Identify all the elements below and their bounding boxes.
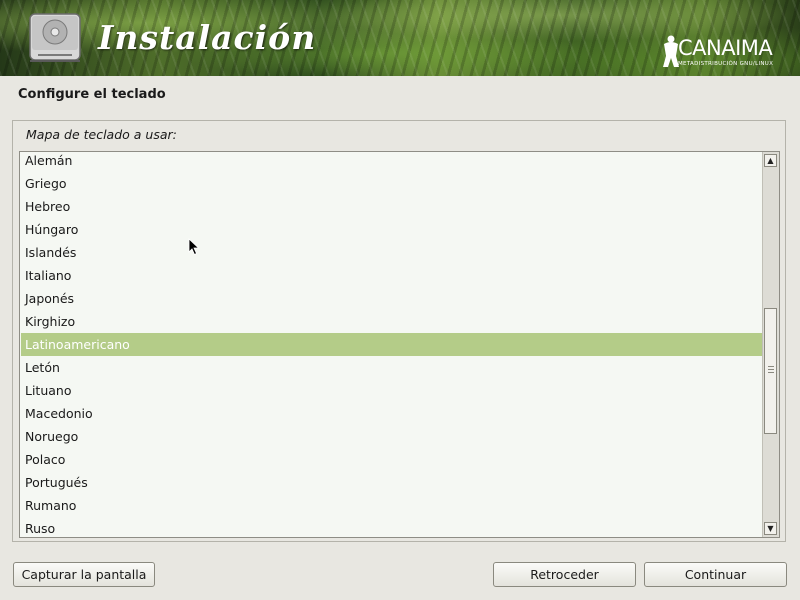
capture-screenshot-button[interactable]: Capturar la pantalla [13, 562, 155, 587]
mouse-pointer-icon [188, 238, 200, 256]
scrollbar-thumb[interactable] [764, 308, 777, 434]
list-item-selected[interactable]: Latinoamericano [21, 333, 762, 356]
installer-title: Instalación [98, 18, 317, 57]
list-item[interactable]: Italiano [21, 264, 762, 287]
list-item[interactable]: Húngaro [21, 218, 762, 241]
list-item[interactable]: Alemán [21, 152, 762, 172]
list-item[interactable]: Rumano [21, 494, 762, 517]
back-button[interactable]: Retroceder [493, 562, 636, 587]
keymap-list[interactable]: Alemán Griego Hebreo Húngaro Islandés Italian… [19, 151, 780, 538]
vertical-scrollbar[interactable]: ▲ ▼ [762, 152, 779, 537]
list-item[interactable]: Letón [21, 356, 762, 379]
list-item[interactable]: Lituano [21, 379, 762, 402]
continue-button[interactable]: Continuar [644, 562, 787, 587]
list-item[interactable]: Ruso [21, 517, 762, 537]
list-item[interactable]: Japonés [21, 287, 762, 310]
canaima-logo: CANAIMA METADISTRIBUCIÓN GNU/LINUX [658, 32, 798, 74]
list-item[interactable]: Islandés [21, 241, 762, 264]
list-item[interactable]: Griego [21, 172, 762, 195]
scrollbar-grip-icon [768, 366, 774, 373]
keymap-field-label: Mapa de teclado a usar: [26, 127, 177, 142]
header-banner: Instalación CANAIMA METADISTRIBUCIÓN GNU… [0, 0, 800, 76]
logo-name: CANAIMA [678, 36, 773, 60]
scroll-up-arrow-icon[interactable]: ▲ [764, 154, 777, 167]
disk-icon [29, 13, 81, 62]
scroll-down-arrow-icon[interactable]: ▼ [764, 522, 777, 535]
page-title: Configure el teclado [18, 87, 166, 102]
list-item[interactable]: Polaco [21, 448, 762, 471]
list-item[interactable]: Noruego [21, 425, 762, 448]
keymap-list-items: Alemán Griego Hebreo Húngaro Islandés Italian… [21, 152, 762, 537]
list-item[interactable]: Macedonio [21, 402, 762, 425]
list-item[interactable]: Kirghizo [21, 310, 762, 333]
list-item[interactable]: Portugués [21, 471, 762, 494]
logo-subtitle: METADISTRIBUCIÓN GNU/LINUX [678, 61, 774, 67]
list-item[interactable]: Hebreo [21, 195, 762, 218]
